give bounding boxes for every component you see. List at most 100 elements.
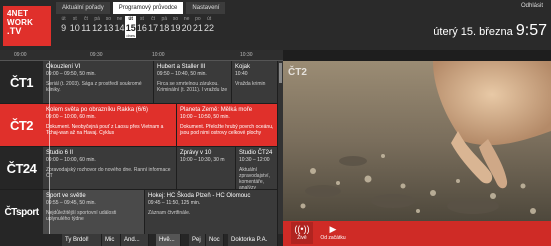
- day-number: 17: [148, 23, 159, 33]
- program-title: Planeta Země: Mělká moře: [180, 107, 253, 113]
- day-number: 21: [192, 23, 203, 33]
- program-cell[interactable]: Ty Brdol!: [62, 234, 102, 246]
- day-number: 19: [170, 23, 181, 33]
- current-datetime: úterý 15. března 9:57: [433, 22, 547, 40]
- channel-logo-ctsport[interactable]: ČTsport: [0, 190, 43, 234]
- day-item[interactable]: čt 11: [80, 16, 91, 38]
- program-cell[interactable]: Okouzlení VI 09:00 – 09:50, 50 min. Seri…: [43, 61, 154, 103]
- channel-logo-ct1[interactable]: ČT1: [0, 61, 43, 103]
- day-number: 14: [114, 23, 125, 33]
- day-name: čt: [151, 16, 156, 22]
- video-channel-logo: ČT2: [288, 67, 307, 78]
- program-cell[interactable]: Planeta Země: Mělká moře 10:00 – 10:50, …: [177, 104, 278, 146]
- day-item-today[interactable]: út 15 dnes: [125, 16, 137, 38]
- live-label: Živě: [297, 235, 307, 241]
- current-date: úterý 15. března: [433, 26, 513, 38]
- program-desc: Nejdůležitější sportovní události uplynu…: [46, 210, 117, 222]
- day-item[interactable]: ne 14: [114, 16, 125, 38]
- program-time: 10:00 – 10:50, 50 min.: [180, 114, 230, 120]
- program-cell[interactable]: Studio 6 II 09:00 – 10:00, 60 min. Zprav…: [43, 147, 177, 189]
- ruler-time-0900: 09:00: [14, 52, 27, 58]
- day-item[interactable]: út 9: [58, 16, 69, 38]
- channel-logo-ct2[interactable]: ČT2: [0, 104, 43, 146]
- program-title: Sport ve světle: [46, 193, 86, 199]
- day-name: pá: [161, 16, 168, 22]
- program-desc: Záznam čtvrtfinále.: [148, 210, 191, 216]
- program-desc: Firca se smrtelnou zárukou. Kriminální (…: [157, 81, 228, 93]
- program-title: Kojak: [235, 64, 251, 70]
- program-desc: Seriál (t. 2003). Sága z prostředí soukr…: [46, 81, 142, 93]
- day-number: 9: [61, 23, 67, 33]
- day-item[interactable]: pá 12: [92, 16, 103, 38]
- day-number: 12: [92, 23, 103, 33]
- from-start-button[interactable]: ▶ Od začátku: [317, 224, 349, 242]
- program-time: 10:40: [235, 71, 248, 77]
- broadcast-icon: ((•)): [294, 224, 310, 234]
- next-channel-row: Ty Brdol! Mic And... Hvě... Pej Noc Dokt…: [0, 234, 283, 246]
- program-cell[interactable]: Hvě...: [156, 234, 181, 246]
- day-number: 11: [81, 23, 91, 33]
- channel-name: ČT2: [9, 117, 34, 133]
- day-item[interactable]: so 19: [170, 16, 181, 38]
- ruler-time-0930: 09:30: [90, 52, 103, 58]
- program-cell[interactable]: Hokej: HC Škoda Plzeň - HC Olomouc 09:45…: [145, 190, 278, 234]
- tab-current-shows[interactable]: Aktuální pořady: [56, 2, 110, 14]
- program-cell[interactable]: Kojak 10:40 Vražda krimin: [232, 61, 278, 103]
- channel-name: ČTsport: [4, 206, 39, 218]
- day-name: čt: [84, 16, 88, 22]
- day-item[interactable]: út 22: [203, 16, 214, 38]
- logo-line-1: 4NET: [7, 9, 29, 18]
- program-cell[interactable]: Doktorka P.A.: [228, 234, 278, 246]
- program-cell[interactable]: Studio ČT24 10:30 – 12:00 Aktuální zprav…: [236, 147, 278, 189]
- program-cell-selected[interactable]: Kolem světa po obrazníku Rakka (6/6) 09:…: [43, 104, 177, 146]
- program-title: Hubert a Staller III: [157, 64, 206, 70]
- day-name: ne: [116, 16, 123, 22]
- day-item[interactable]: st 10: [69, 16, 80, 38]
- day-item[interactable]: pá 18: [159, 16, 170, 38]
- program-time: 09:00 – 10:00, 60 min.: [46, 157, 96, 163]
- day-item[interactable]: ne 20: [181, 16, 192, 38]
- day-number: 13: [103, 23, 114, 33]
- program-cell[interactable]: Hubert a Staller III 09:50 – 10:40, 50 m…: [154, 61, 232, 103]
- scrollbar-thumb[interactable]: [279, 63, 282, 83]
- day-name: st: [139, 16, 144, 22]
- program-cell[interactable]: Zprávy v 10 10:00 – 10:30, 30 m: [177, 147, 236, 189]
- day-item[interactable]: čt 17: [148, 16, 159, 38]
- program-cell[interactable]: Pej: [189, 234, 206, 246]
- program-cell[interactable]: And...: [121, 234, 149, 246]
- program-cell[interactable]: Sport ve světle 09:55 – 09:45, 50 min. N…: [43, 190, 145, 234]
- program-guide: ČT1 Okouzlení VI 09:00 – 09:50, 50 min. …: [0, 61, 283, 246]
- day-name: so: [172, 16, 179, 22]
- program-title: Okouzlení VI: [46, 64, 81, 70]
- day-name: út: [128, 16, 134, 22]
- current-time-line: [49, 61, 50, 246]
- day-number: 10: [69, 23, 80, 33]
- program-time: 09:45 – 11:50, 125 min.: [148, 200, 201, 206]
- day-number: 20: [181, 23, 192, 33]
- time-ruler: 09:00 09:30 10:00 10:30: [0, 50, 283, 61]
- program-title: Kolem světa po obrazníku Rakka (6/6): [46, 107, 149, 113]
- day-item[interactable]: st 16: [136, 16, 147, 38]
- app-logo[interactable]: 4NET WORK .TV: [3, 6, 51, 46]
- ruler-time-1030: 10:30: [240, 52, 253, 58]
- tab-program-guide[interactable]: Programový průvodce: [112, 2, 184, 14]
- program-cell[interactable]: Mic: [102, 234, 121, 246]
- day-name: po: [195, 16, 201, 22]
- program-time: 09:00 – 10:00, 60 min.: [46, 114, 96, 120]
- live-button[interactable]: ((•)) Živě: [291, 222, 313, 244]
- day-number: 15: [125, 23, 136, 33]
- logo-line-3: .TV: [7, 26, 22, 36]
- day-name: út: [206, 16, 212, 22]
- day-item[interactable]: so 13: [103, 16, 114, 38]
- program-desc: Zpravodajský rozhovor do nového dne. Ran…: [46, 167, 171, 179]
- day-item[interactable]: po 21: [192, 16, 203, 38]
- program-title: Studio ČT24: [239, 150, 273, 156]
- channel-logo-ct24[interactable]: ČT24: [0, 147, 43, 189]
- video-player[interactable]: ČT2: [283, 61, 551, 221]
- tab-settings[interactable]: Nastavení: [186, 2, 226, 14]
- logout-link[interactable]: Odhlásit: [521, 3, 543, 9]
- program-cell[interactable]: Noc: [206, 234, 224, 246]
- program-desc: Dokument. Přeložte hrubý povrch oceánu, …: [180, 124, 274, 136]
- day-name: út: [61, 16, 66, 22]
- channel-name: ČT24: [6, 160, 37, 176]
